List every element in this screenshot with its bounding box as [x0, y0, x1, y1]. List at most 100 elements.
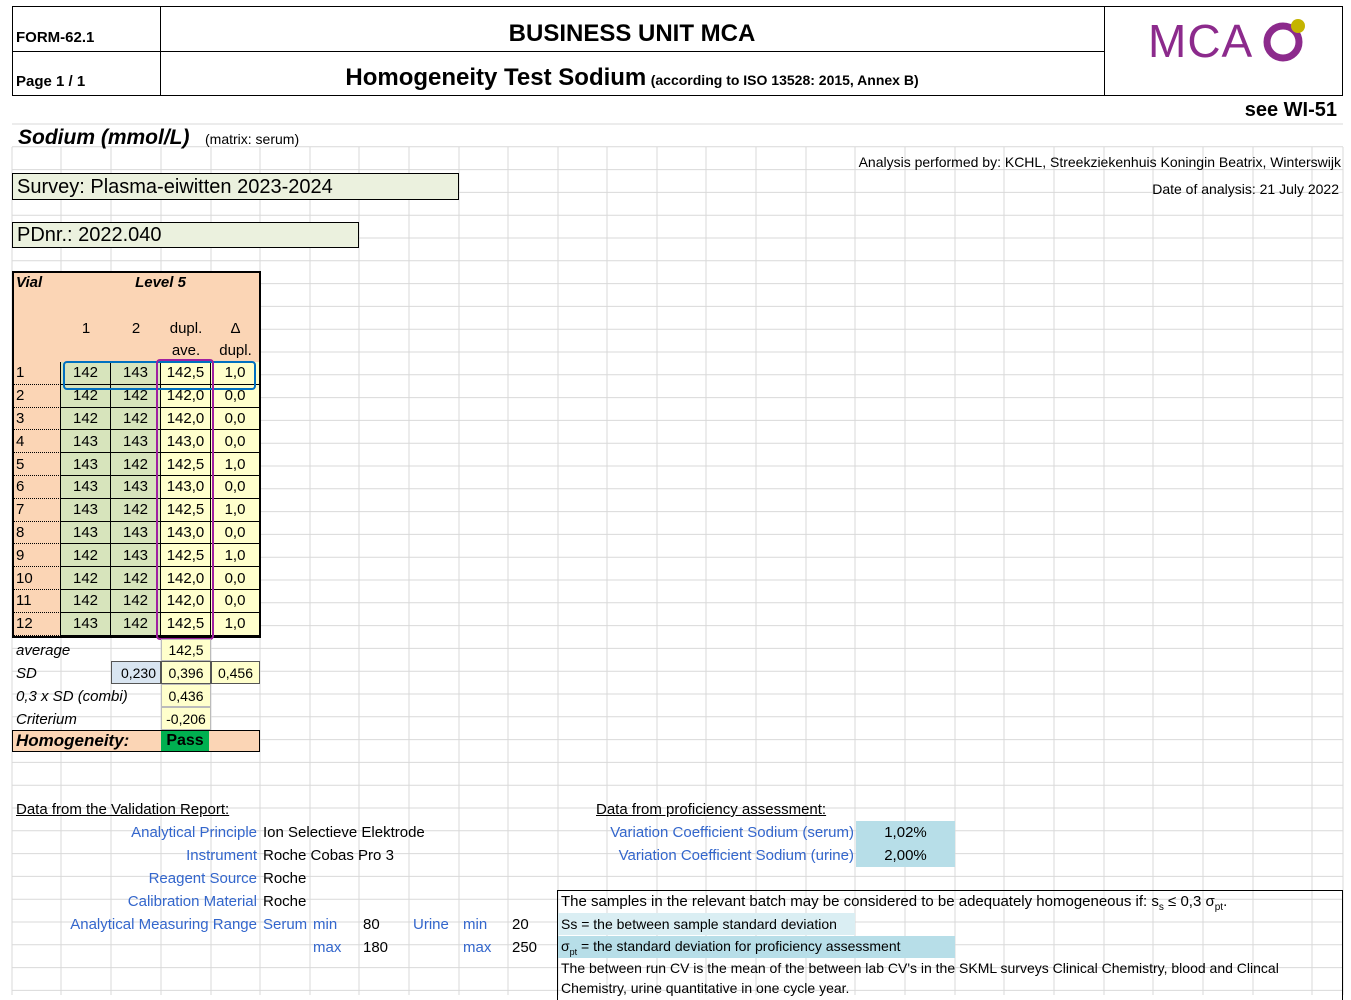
reagent-value: Roche	[263, 870, 307, 887]
analysis-date: Date of analysis: 21 July 2022	[1152, 181, 1339, 197]
ave-column-highlight-outline	[156, 359, 214, 640]
cv-urine-value: 2,00%	[856, 844, 955, 867]
sd-between-value: 0,230	[111, 661, 161, 684]
duplicate-delta-value: 1,0	[211, 544, 260, 568]
col-delta-header-2: dupl.	[219, 342, 252, 359]
duplicate-delta-value: 0,0	[211, 590, 260, 613]
replicate-2-value: 143	[111, 476, 161, 499]
urine-min-label: min	[463, 916, 488, 933]
urine-max-value: 250	[512, 939, 538, 956]
validation-heading: Data from the Validation Report:	[16, 801, 230, 818]
pdnr-box: PDnr.: 2022.040	[12, 222, 359, 248]
duplicate-delta-value: 1,0	[211, 453, 260, 476]
survey-label: Survey: Plasma-eiwitten 2023-2024	[17, 176, 333, 198]
replicate-2-value: 142	[111, 612, 161, 636]
proficiency-heading: Data from proficiency assessment:	[596, 801, 827, 818]
replicate-2-value: 143	[111, 521, 161, 545]
combi-value: 0,436	[161, 684, 211, 707]
logo-text: MCA	[1148, 15, 1254, 67]
vial-number: 10	[12, 567, 61, 590]
vial-number: 2	[12, 384, 61, 408]
range-label: Analytical Measuring Range	[70, 916, 257, 933]
matrix-note: (matrix: serum)	[205, 131, 300, 147]
replicate-2-value: 142	[111, 407, 161, 431]
vial-number: 4	[12, 430, 61, 454]
replicate-1-value: 142	[61, 544, 111, 568]
col-rep2-header: 2	[131, 320, 141, 337]
note-criterion-end: .	[1223, 893, 1228, 910]
note-criterion-mid: ≤ 0,3 σ	[1163, 893, 1215, 910]
sd-delta-value: 0,456	[211, 661, 260, 684]
replicate-1-value: 143	[61, 521, 111, 545]
replicate-2-value: 143	[111, 430, 161, 454]
replicate-1-value: 142	[61, 590, 111, 613]
urine-label: Urine	[413, 916, 449, 933]
urine-max-label: max	[463, 939, 492, 956]
replicate-2-value: 142	[111, 453, 161, 476]
header-divider-mid	[12, 51, 1105, 52]
replicate-1-value: 143	[61, 430, 111, 454]
cv-urine-label: Variation Coefficient Sodium (urine)	[618, 847, 854, 864]
title-standard: (according to ISO 13528: 2015, Annex B)	[650, 72, 919, 88]
replicate-1-value: 143	[61, 498, 111, 522]
col-delta-header-1: Δ	[230, 320, 241, 337]
see-wi-reference: see WI-51	[1244, 99, 1337, 121]
analyte-name: Sodium (mmol/L)	[18, 126, 190, 149]
mca-logo: MCA	[1148, 14, 1318, 74]
form-code: FORM-62.1	[16, 29, 95, 46]
calibration-label: Calibration Material	[127, 893, 257, 910]
vial-number: 12	[12, 612, 61, 636]
survey-box: Survey: Plasma-eiwitten 2023-2024	[12, 173, 459, 200]
logo-ring-icon	[1263, 19, 1305, 62]
note-cv-line2: Chemistry, urine quantitative in one cyc…	[561, 980, 850, 996]
serum-min-value: 80	[363, 916, 380, 933]
cv-serum-value: 1,02%	[856, 821, 955, 844]
vial-number: 1	[12, 362, 61, 385]
calibration-value: Roche	[263, 893, 307, 910]
note-sigma-symbol: σ	[561, 938, 570, 954]
reagent-label: Reagent Source	[148, 870, 257, 887]
instrument-label: Instrument	[186, 847, 257, 864]
title-main: Homogeneity Test Sodium	[345, 64, 647, 91]
page-title: Homogeneity Test Sodium (according to IS…	[160, 64, 1104, 92]
vial-number: 11	[12, 590, 61, 613]
page-indicator: Page 1 / 1	[16, 73, 86, 90]
vial-number: 6	[12, 476, 61, 499]
sd-ave-value: 0,396	[161, 661, 211, 684]
duplicate-delta-value: 0,0	[211, 521, 260, 545]
homogeneity-label: Homogeneity:	[16, 731, 130, 750]
sd-label: SD	[16, 665, 37, 682]
criterium-label: Criterium	[16, 711, 77, 728]
criterium-value: -0,206	[161, 707, 211, 730]
principle-value: Ion Selectieve Elektrode	[263, 824, 425, 841]
note-cv-line1: The between run CV is the mean of the be…	[561, 960, 1279, 976]
note-sub-pt: pt	[1214, 902, 1224, 913]
duplicate-delta-value: 0,0	[211, 567, 260, 590]
principle-label: Analytical Principle	[131, 824, 257, 841]
replicate-2-value: 142	[111, 498, 161, 522]
note-sigma-definition: σpt = the standard deviation for profici…	[561, 938, 901, 957]
duplicate-delta-value: 1,0	[211, 498, 260, 522]
duplicate-delta-value: 0,0	[211, 476, 260, 499]
business-unit-title: BUSINESS UNIT MCA	[508, 20, 756, 47]
vial-number: 3	[12, 407, 61, 431]
note-criterion-text: The samples in the relevant batch may be…	[561, 893, 1159, 910]
serum-max-label: max	[313, 939, 342, 956]
replicate-2-value: 142	[111, 567, 161, 590]
col-level-header: Level 5	[135, 274, 186, 291]
instrument-value: Roche Cobas Pro 3	[263, 847, 394, 864]
vial-number: 5	[12, 453, 61, 476]
vial-number: 8	[12, 521, 61, 545]
note-sigma-text: = the standard deviation for proficiency…	[577, 938, 901, 954]
homogeneity-result-badge: Pass	[161, 731, 209, 751]
analysis-performed-by: Analysis performed by: KCHL, Streekzieke…	[858, 154, 1341, 170]
pdnr-label: PDnr.: 2022.040	[17, 224, 162, 246]
col-ave-header-2: ave.	[171, 342, 201, 359]
replicate-1-value: 143	[61, 476, 111, 499]
duplicate-delta-value: 0,0	[211, 430, 260, 454]
vial-number: 9	[12, 544, 61, 568]
replicate-2-value: 143	[111, 544, 161, 568]
average-label: average	[16, 642, 71, 659]
serum-max-value: 180	[363, 939, 389, 956]
vial-number: 7	[12, 498, 61, 522]
